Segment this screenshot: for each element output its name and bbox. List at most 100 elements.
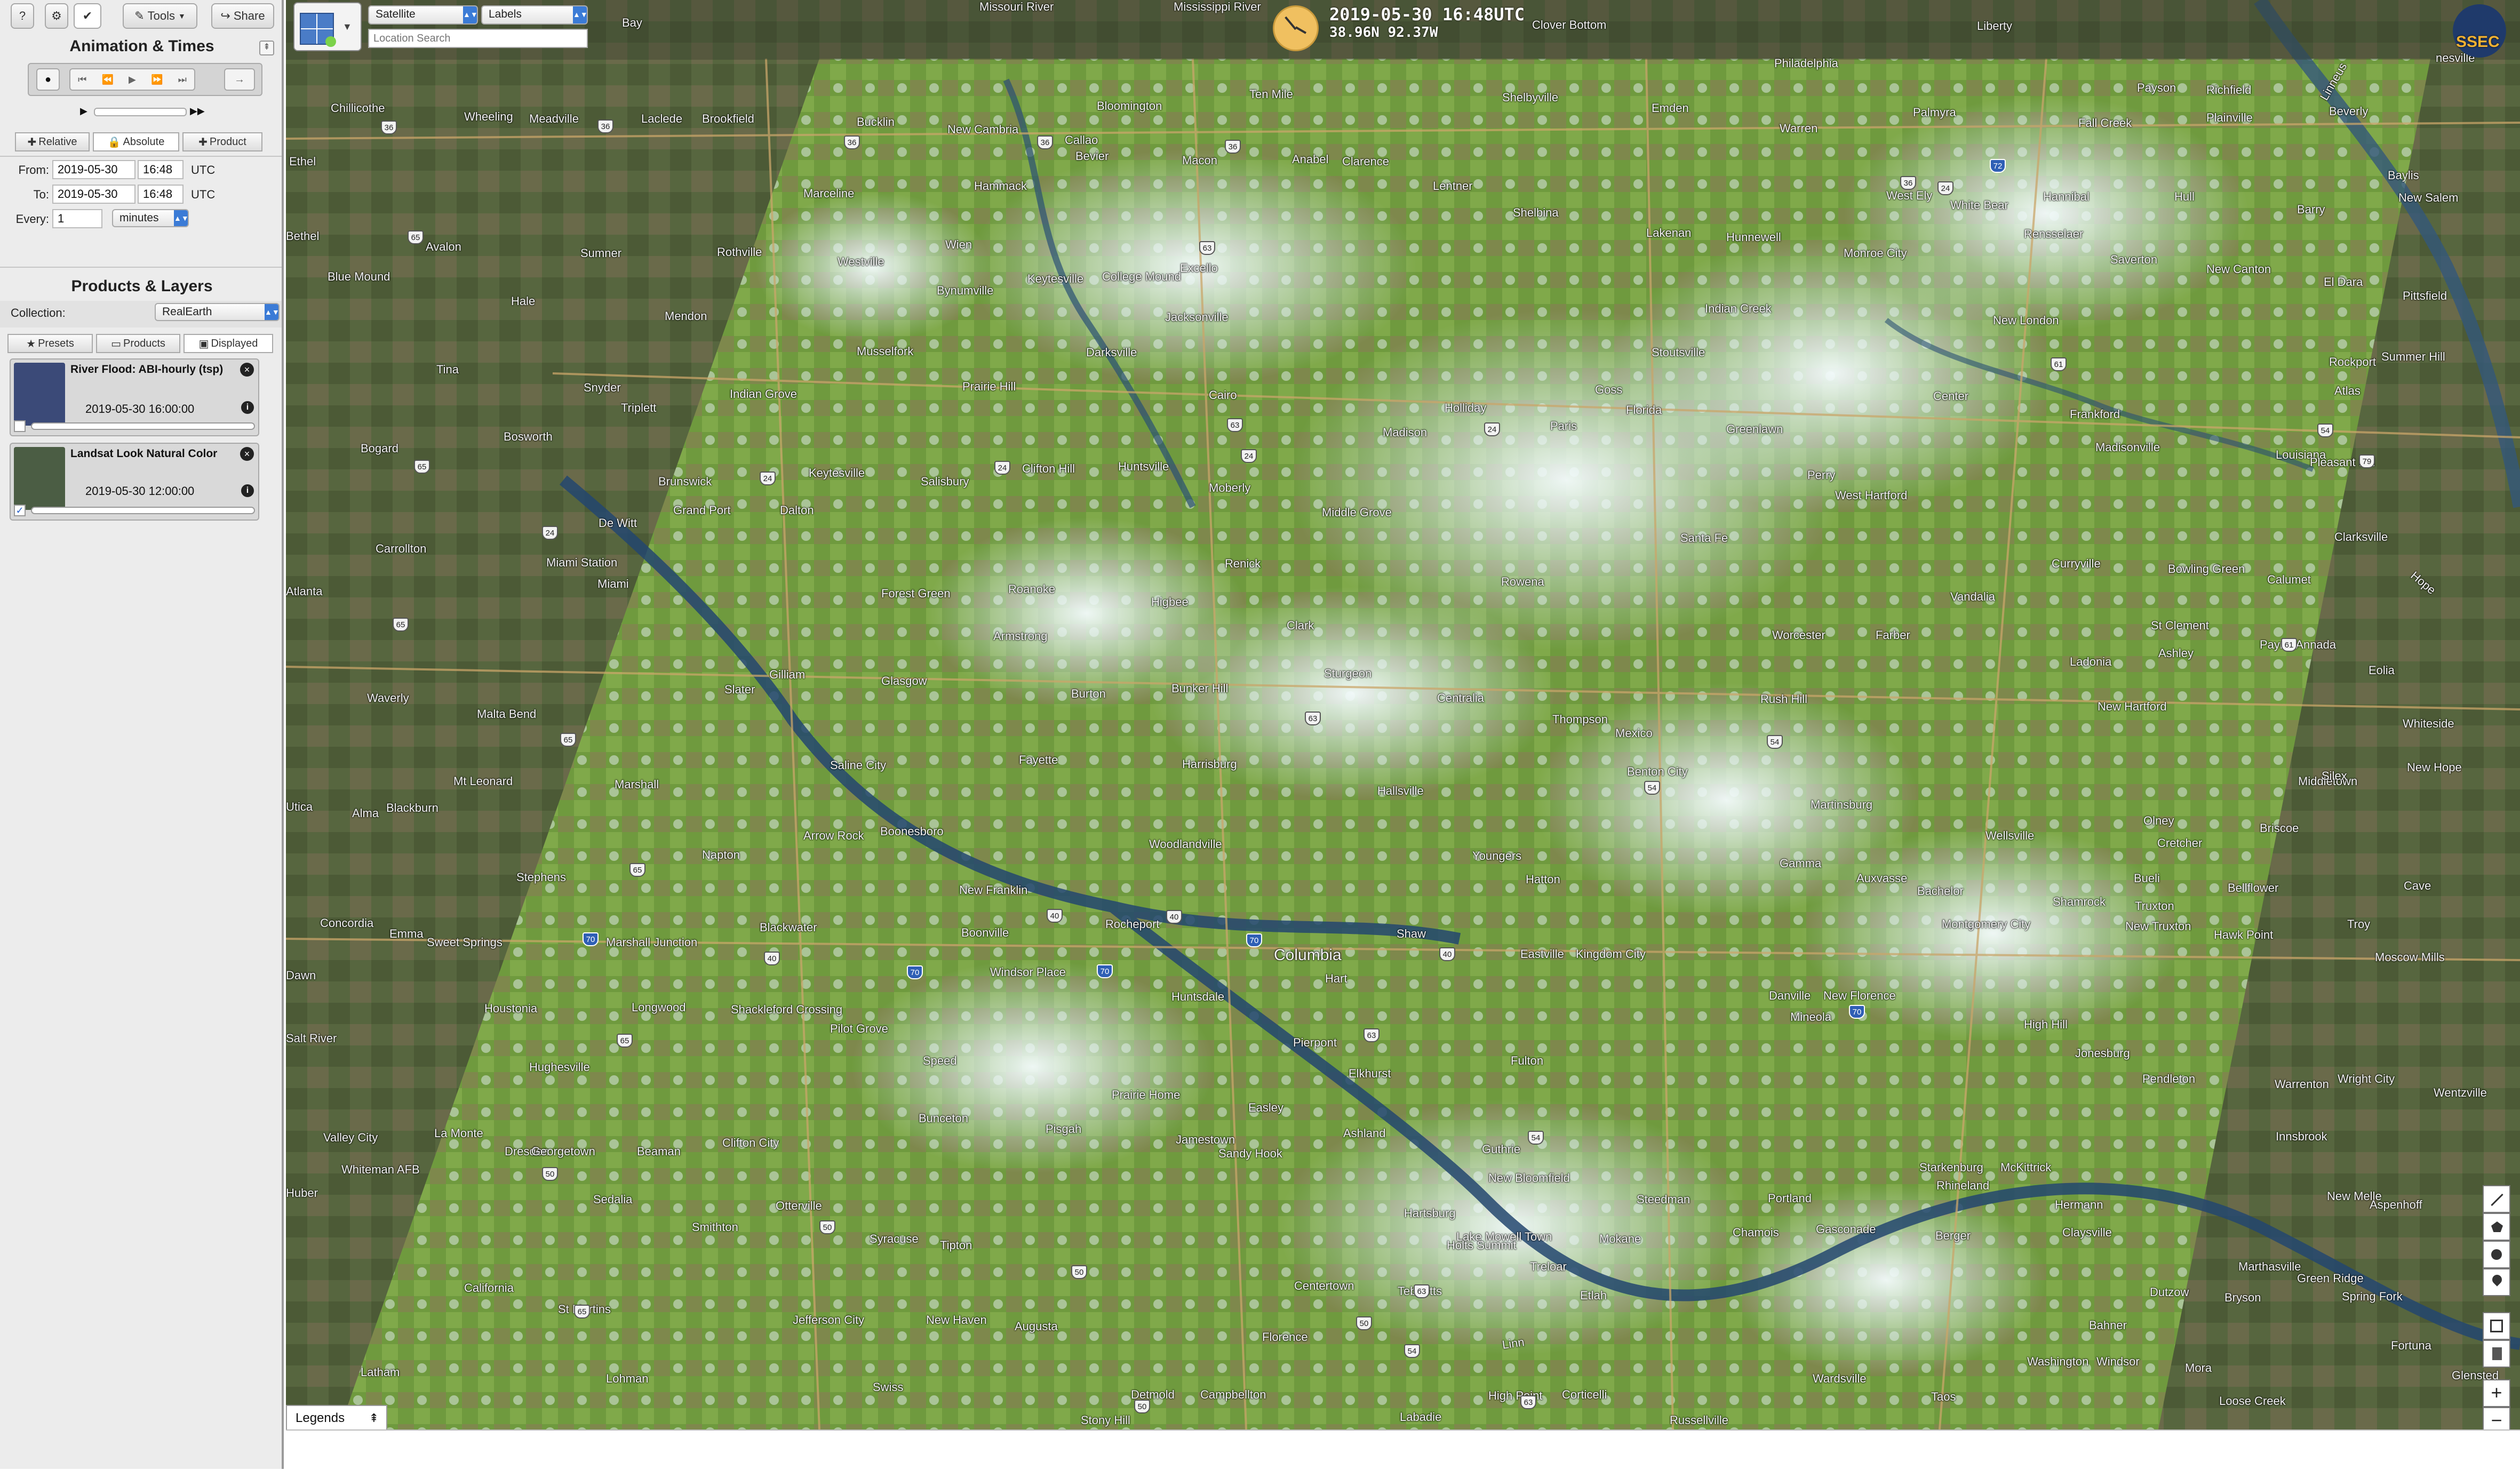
- highway-shield: 50: [542, 1167, 558, 1181]
- layer-switcher-button[interactable]: ▼: [293, 2, 362, 51]
- place-label: Wellsville: [1985, 829, 2035, 842]
- place-label: Marshall: [615, 778, 659, 791]
- tab-presets[interactable]: ★ Presets: [7, 334, 93, 353]
- place-label: Speed: [923, 1054, 957, 1067]
- place-label: Bay: [622, 16, 642, 29]
- to-date-input[interactable]: 2019-05-30: [52, 185, 135, 204]
- from-time-input[interactable]: 16:48: [138, 160, 184, 179]
- interstate-shield: 70: [1849, 1005, 1865, 1019]
- highway-shield: 24: [542, 526, 558, 540]
- stop-icon: ●: [44, 74, 52, 85]
- draw-polygon-icon[interactable]: [2483, 1213, 2510, 1241]
- place-label: Beaman: [637, 1145, 681, 1158]
- zoom-out-button[interactable]: −: [2483, 1407, 2510, 1429]
- pin-icon[interactable]: ⇞: [259, 41, 274, 55]
- place-label: McKittrick: [2000, 1161, 2052, 1174]
- layer-card[interactable]: Landsat Look Natural Color 2019-05-30 12…: [10, 443, 259, 521]
- last-frame-icon[interactable]: ⏭: [178, 74, 187, 85]
- place-label: Keytesville: [809, 466, 865, 480]
- from-date-input[interactable]: 2019-05-30: [52, 160, 135, 179]
- products-title: Products & Layers: [71, 277, 213, 295]
- layer-visibility-checkbox[interactable]: ✓: [14, 505, 26, 516]
- place-label: Dalton: [780, 504, 814, 517]
- marker-icon[interactable]: [2483, 1268, 2510, 1296]
- ssec-logo[interactable]: SSEC: [2442, 4, 2517, 58]
- place-label: Salisbury: [921, 475, 969, 488]
- place-label: Atlas: [2334, 384, 2360, 397]
- tab-displayed[interactable]: ▣ Displayed: [184, 334, 273, 353]
- place-label: Blue Mound: [328, 270, 390, 283]
- place-label: Syracuse: [870, 1232, 919, 1245]
- legends-button[interactable]: Legends ⇞: [286, 1405, 387, 1432]
- place-label: New Bloomfield: [1488, 1171, 1570, 1185]
- highway-shield: 40: [1439, 947, 1455, 961]
- layer-card[interactable]: River Flood: ABI-hourly (tsp) 2019-05-30…: [10, 358, 259, 436]
- place-label: Vandalia: [1950, 590, 1995, 603]
- place-label: Youngers: [1472, 849, 1522, 862]
- place-label: Cave: [2404, 879, 2431, 892]
- highway-shield: 65: [629, 863, 645, 877]
- collection-select[interactable]: RealEarth ▲▼: [155, 303, 280, 321]
- highway-shield: 63: [1520, 1395, 1536, 1409]
- place-label: St Clement: [2151, 619, 2209, 632]
- share-button[interactable]: ↪ Share: [211, 3, 274, 29]
- speed-play-icon[interactable]: ▶: [80, 106, 87, 117]
- edit-icon[interactable]: [2483, 1312, 2510, 1340]
- confirm-button[interactable]: ✔: [74, 3, 101, 29]
- draw-line-icon[interactable]: [2483, 1185, 2510, 1213]
- place-label: Mokane: [1599, 1232, 1641, 1245]
- place-label: Bowling Green: [2168, 562, 2245, 576]
- close-icon[interactable]: ×: [240, 447, 254, 461]
- zoom-in-button[interactable]: +: [2483, 1379, 2510, 1407]
- place-label: Richfield: [2206, 83, 2252, 97]
- place-label: Gilliam: [769, 668, 806, 681]
- tab-products[interactable]: ▭ Products: [96, 334, 180, 353]
- basemap-select[interactable]: Satellite ▲▼: [368, 5, 478, 25]
- place-label: Missouri River: [979, 0, 1054, 13]
- loop-button[interactable]: ●: [36, 68, 60, 91]
- export-button[interactable]: →: [224, 68, 255, 91]
- place-label: Labadie: [1400, 1410, 1442, 1424]
- place-label: Barry: [2297, 203, 2325, 216]
- place-label: Keytesville: [1027, 272, 1084, 285]
- place-label: Truxton: [2135, 899, 2174, 913]
- step-forward-icon[interactable]: ⏩: [151, 74, 163, 85]
- close-icon[interactable]: ×: [240, 363, 254, 377]
- map-view[interactable]: Chillicothe Wheeling Meadville Laclede B…: [286, 0, 2520, 1429]
- from-label: From:: [18, 163, 49, 177]
- place-label: New Hope: [2407, 761, 2462, 774]
- opacity-slider[interactable]: [31, 507, 255, 514]
- tab-absolute[interactable]: 🔒 Absolute: [93, 132, 179, 151]
- layer-title: River Flood: ABI-hourly (tsp): [70, 363, 224, 376]
- place-label: Hunnewell: [1726, 230, 1781, 244]
- speed-slider[interactable]: [94, 108, 187, 116]
- speed-fast-icon[interactable]: ▶▶: [190, 106, 205, 117]
- place-label: Corticelli: [1562, 1388, 1607, 1401]
- info-icon[interactable]: i: [241, 484, 254, 497]
- tools-menu-button[interactable]: ✎ Tools ▼: [123, 3, 197, 29]
- place-label: Gasconade: [1816, 1223, 1876, 1236]
- layer-visibility-checkbox[interactable]: [14, 420, 26, 432]
- tab-relative[interactable]: ✚ Relative: [15, 132, 90, 151]
- info-icon[interactable]: i: [241, 401, 254, 414]
- help-button[interactable]: ?: [11, 3, 34, 29]
- to-time-input[interactable]: 16:48: [138, 185, 184, 204]
- every-unit-select[interactable]: minutes ▲▼: [112, 209, 189, 227]
- place-label: New Canton: [2206, 262, 2271, 276]
- settings-button[interactable]: ⚙: [45, 3, 68, 29]
- first-frame-icon[interactable]: ⏮: [78, 74, 86, 85]
- draw-circle-icon[interactable]: [2483, 1241, 2510, 1268]
- place-label: Mendon: [665, 309, 707, 323]
- trash-icon[interactable]: [2483, 1340, 2510, 1368]
- place-label: Tipton: [940, 1239, 972, 1252]
- datetime-readout: 2019-05-30 16:48UTC: [1329, 4, 1525, 25]
- clock-icon[interactable]: [1273, 5, 1319, 51]
- labels-select[interactable]: Labels ▲▼: [481, 5, 588, 25]
- tab-product[interactable]: ✚ Product: [182, 132, 262, 151]
- opacity-slider[interactable]: [31, 422, 255, 430]
- highway-shield: 40: [1047, 909, 1063, 923]
- play-icon[interactable]: ▶: [129, 74, 136, 85]
- every-stepper[interactable]: 1: [52, 209, 102, 228]
- location-search-input[interactable]: [368, 29, 588, 48]
- step-back-icon[interactable]: ⏪: [101, 74, 113, 85]
